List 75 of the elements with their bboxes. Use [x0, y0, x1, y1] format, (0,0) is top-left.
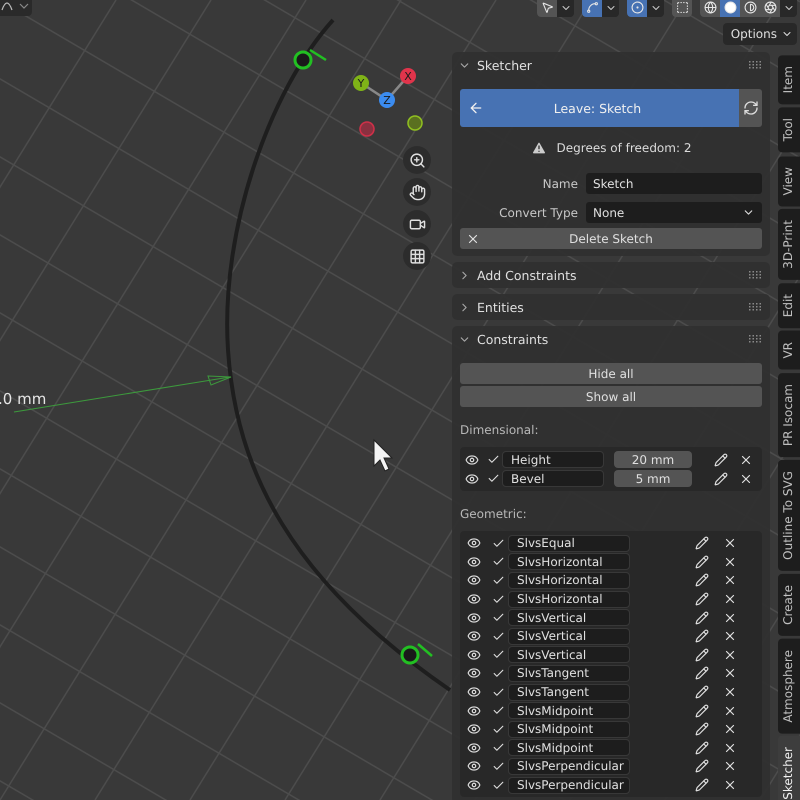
constraint-value-field[interactable]: 20 mm [614, 451, 692, 468]
square-icon[interactable] [672, 0, 692, 17]
hand-icon[interactable] [403, 178, 431, 206]
convert-type-label: Convert Type [498, 206, 578, 220]
panel-header[interactable]: Add Constraints [452, 262, 770, 288]
constraint-name-field[interactable]: SlvsMidpoint [508, 739, 630, 756]
sidebar-tab[interactable]: Tool [778, 107, 800, 153]
constraint-name-field[interactable]: SlvsMidpoint [508, 702, 630, 720]
constraint-name-field[interactable]: SlvsVertical [508, 628, 630, 645]
sidebar-tab[interactable]: Create [778, 574, 800, 636]
negative-axis-handle[interactable] [359, 121, 375, 137]
constraint-name-field[interactable]: SlvsPerpendicular [508, 776, 630, 794]
sidebar-tab[interactable]: Sketcher [778, 736, 800, 800]
aperture-icon[interactable] [760, 0, 780, 17]
zoom-icon[interactable] [403, 146, 431, 174]
video-camera-icon[interactable] [403, 210, 431, 238]
sidebar-tab[interactable]: View [778, 156, 800, 206]
drag-handle-icon[interactable] [748, 335, 762, 343]
options-dropdown[interactable]: Options [722, 23, 797, 45]
constraint-name-field[interactable]: SlvsHorizontal [508, 572, 630, 589]
hide-all-button[interactable]: Hide all [460, 363, 762, 384]
refresh-button[interactable] [739, 89, 762, 127]
panel-header[interactable]: Sketcher [452, 52, 770, 78]
panel-title: Add Constraints [477, 268, 578, 282]
drag-handle-icon[interactable] [748, 303, 762, 311]
panel-title: Entities [477, 300, 525, 314]
axis-gizmo-handle[interactable]: Z [379, 92, 395, 108]
show-all-button[interactable]: Show all [460, 386, 762, 407]
drag-handle-icon[interactable] [748, 61, 762, 69]
panel-title: Constraints [477, 332, 550, 346]
delete-sketch-button[interactable]: Delete Sketch [460, 228, 762, 249]
constraint-name-field[interactable]: SlvsVertical [508, 646, 630, 664]
geometric-label: Geometric: [460, 507, 528, 521]
name-field[interactable]: Sketch [586, 173, 762, 194]
sidebar-tab[interactable]: VR [778, 331, 800, 370]
panel-title: Sketcher [477, 58, 533, 72]
drag-handle-icon[interactable] [748, 271, 762, 279]
endpoint-marker [400, 643, 433, 664]
constraint-name-field[interactable]: SlvsTangent [508, 664, 630, 682]
mouse-pointer-icon [374, 438, 394, 472]
constraint-name-field[interactable]: SlvsMidpoint [508, 720, 630, 738]
sidebar-tab[interactable]: Outline To SVG [778, 460, 800, 571]
sidebar-tab[interactable]: Item [778, 55, 800, 104]
constraint-name-field[interactable]: SlvsPerpendicular [508, 758, 630, 775]
constraint-name-field[interactable]: SlvsHorizontal [508, 553, 630, 570]
constraint-value-field[interactable]: 5 mm [614, 470, 692, 487]
curve-icon[interactable] [582, 0, 602, 17]
name-label: Name [542, 176, 578, 190]
sidebar-tab[interactable]: 3D-Print [778, 209, 800, 280]
sidebar-tab[interactable]: Edit [778, 282, 800, 328]
header-icon[interactable] [0, 0, 32, 16]
constraint-name-field[interactable]: SlvsHorizontal [508, 590, 630, 608]
negative-axis-handle[interactable] [407, 115, 423, 131]
constraint-name-field[interactable]: SlvsEqual [508, 534, 630, 552]
sidebar-tab[interactable]: PR Isocam [778, 372, 800, 457]
panel-header[interactable]: Constraints [452, 326, 770, 352]
pointer-icon[interactable] [537, 0, 557, 17]
constraint-name-field[interactable]: SlvsTangent [508, 684, 630, 701]
arrow-left-icon [468, 100, 484, 116]
dimensional-label: Dimensional: [460, 423, 540, 437]
axis-gizmo-handle[interactable]: Y [353, 75, 369, 91]
endpoint-marker [294, 48, 327, 70]
warning-icon [530, 140, 547, 156]
leave-sketch-button[interactable]: Leave: Sketch [460, 89, 739, 127]
axis-gizmo-handle[interactable]: X [400, 68, 416, 84]
degrees-of-freedom-text: Degrees of freedom: 2 [556, 141, 692, 155]
panel-header[interactable]: Entities [452, 294, 770, 320]
constraint-name-field[interactable]: Bevel [502, 470, 604, 487]
grid-icon[interactable] [403, 242, 431, 270]
refresh-icon [742, 100, 758, 116]
sidebar-tab[interactable]: Atmosphere [778, 638, 800, 734]
constraint-name-field[interactable]: Height [502, 451, 604, 468]
overlay-circles-icon[interactable] [627, 0, 647, 17]
convert-type-dropdown[interactable]: None [586, 202, 762, 223]
constraint-name-field[interactable]: SlvsVertical [508, 609, 630, 626]
